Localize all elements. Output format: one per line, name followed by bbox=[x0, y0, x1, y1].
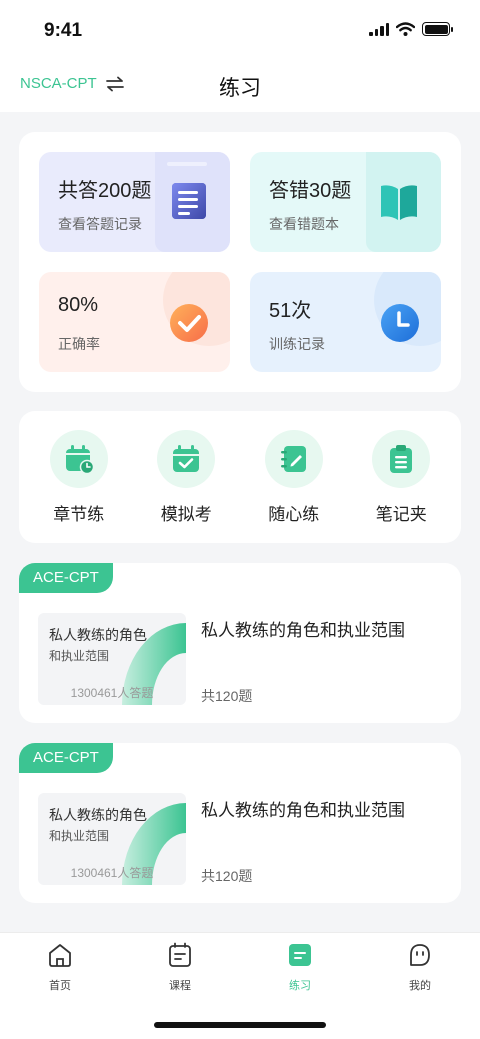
stat-value: 答错30题 bbox=[269, 180, 352, 202]
notebook-pen-icon bbox=[280, 446, 306, 472]
open-book-icon bbox=[381, 185, 417, 220]
course-icon bbox=[169, 942, 191, 967]
check-circle-icon bbox=[170, 304, 208, 342]
clock-icon bbox=[381, 304, 419, 342]
stat-tile-wrong[interactable]: 答错30题 查看错题本 bbox=[250, 152, 441, 252]
tab-label: 我的 bbox=[409, 980, 431, 992]
calendar-clock-icon bbox=[65, 445, 94, 475]
practice-tools: 章节练 模拟考 随心练 笔记夹 bbox=[19, 411, 461, 543]
stat-value: 共答200题 bbox=[58, 180, 152, 202]
battery-icon bbox=[422, 22, 453, 36]
tab-label: 练习 bbox=[289, 980, 311, 992]
stat-label: 训练记录 bbox=[269, 336, 325, 352]
stats-card: 共答200题 查看答题记录 答错30题 查看错题本 80% 正确率 51次 训练… bbox=[19, 132, 461, 392]
course-question-count: 共120题 bbox=[201, 688, 253, 704]
course-name: 私人教练的角色和执业范围 bbox=[201, 621, 405, 640]
nav-bar: NSCA-CPT 练习 bbox=[0, 62, 480, 112]
profile-icon bbox=[410, 944, 430, 966]
tab-profile[interactable]: 我的 bbox=[360, 933, 480, 993]
tab-practice[interactable]: 练习 bbox=[240, 933, 360, 993]
stat-label: 查看错题本 bbox=[269, 216, 339, 232]
stat-tile-answered[interactable]: 共答200题 查看答题记录 bbox=[39, 152, 230, 252]
thumb-subtitle: 和执业范围 bbox=[49, 649, 110, 663]
signal-icon bbox=[369, 22, 389, 36]
wifi-icon bbox=[396, 22, 415, 36]
course-thumbnail: 私人教练的角色 和执业范围 1300461人答题 bbox=[38, 793, 186, 885]
thumb-participants: 1300461人答题 bbox=[70, 866, 154, 880]
home-indicator bbox=[154, 1022, 326, 1028]
home-icon bbox=[49, 944, 71, 967]
stat-label: 正确率 bbox=[58, 336, 100, 352]
tab-label: 首页 bbox=[49, 980, 71, 992]
stat-tile-training[interactable]: 51次 训练记录 bbox=[250, 272, 441, 372]
thumb-subtitle: 和执业范围 bbox=[49, 829, 110, 843]
tool-label: 笔记夹 bbox=[375, 505, 427, 524]
course-card[interactable]: ACE-CPT 私人教练的角色 和执业范围 1300461人答题 私人教练的角色… bbox=[19, 563, 461, 723]
tool-mock-exam[interactable]: 模拟考 bbox=[141, 411, 231, 543]
thumb-participants: 1300461人答题 bbox=[70, 686, 154, 700]
course-card[interactable]: ACE-CPT 私人教练的角色 和执业范围 1300461人答题 私人教练的角色… bbox=[19, 743, 461, 903]
calendar-check-icon bbox=[173, 445, 200, 472]
tool-notes[interactable]: 笔记夹 bbox=[356, 411, 446, 543]
tool-chapter-practice[interactable]: 章节练 bbox=[34, 411, 124, 543]
tab-courses[interactable]: 课程 bbox=[120, 933, 240, 993]
document-icon bbox=[172, 183, 206, 219]
page-title: 练习 bbox=[219, 77, 261, 100]
course-name: 私人教练的角色和执业范围 bbox=[201, 801, 405, 820]
tool-label: 模拟考 bbox=[160, 505, 212, 524]
practice-icon bbox=[289, 944, 311, 966]
course-tag: ACE-CPT bbox=[19, 743, 113, 773]
stat-value: 80% bbox=[58, 294, 99, 316]
tab-home[interactable]: 首页 bbox=[0, 933, 120, 993]
status-bar: 9:41 bbox=[0, 0, 480, 62]
thumb-title: 私人教练的角色 bbox=[49, 807, 147, 823]
tool-label: 章节练 bbox=[53, 505, 105, 524]
stat-value: 51次 bbox=[269, 300, 312, 322]
course-thumbnail: 私人教练的角色 和执业范围 1300461人答题 bbox=[38, 613, 186, 705]
tab-bar: 首页 课程 练习 我的 bbox=[0, 932, 480, 1039]
thumb-title: 私人教练的角色 bbox=[49, 627, 147, 643]
clipboard-icon bbox=[390, 445, 413, 473]
tab-label: 课程 bbox=[169, 980, 191, 992]
stat-label: 查看答题记录 bbox=[58, 216, 142, 232]
tool-free-practice[interactable]: 随心练 bbox=[249, 411, 339, 543]
status-time: 9:41 bbox=[44, 20, 83, 41]
stat-tile-accuracy[interactable]: 80% 正确率 bbox=[39, 272, 230, 372]
tool-label: 随心练 bbox=[268, 505, 320, 524]
course-question-count: 共120题 bbox=[201, 868, 253, 884]
course-tag: ACE-CPT bbox=[19, 563, 113, 593]
